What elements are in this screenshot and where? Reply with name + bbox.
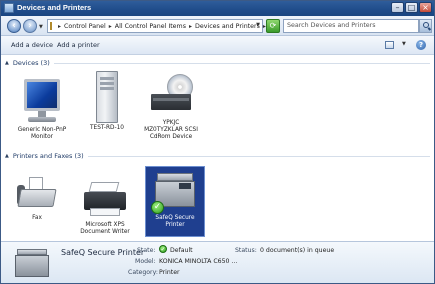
add-printer-button[interactable]: Add a printer [57,41,100,49]
category-label: Category: [128,269,158,276]
printer-caption-line: Fax [32,215,42,221]
model-label: Model: [135,258,156,265]
search-input[interactable]: Search Devices and Printers [283,19,419,33]
status-label: Status: [235,247,257,254]
status-value: 0 document(s) in queue [260,247,335,254]
group-divider [87,155,430,157]
help-icon[interactable]: ? [416,40,426,50]
printer-tile-fax[interactable]: Fax [7,175,67,222]
control-panel-icon [50,22,52,30]
view-options-dropdown-icon[interactable]: ▼ [402,41,406,47]
fax-icon [15,175,59,215]
close-button[interactable]: × [419,2,432,13]
add-device-button[interactable]: Add a device [11,41,53,49]
printers-group-header[interactable]: ▲ Printers and Faxes (3) [5,151,430,161]
minimize-button[interactable]: – [391,2,404,13]
address-row: ‹ › ▼ ▸ Control Panel ▸ All Control Pane… [1,16,434,36]
collapse-group-icon[interactable]: ▲ [5,60,9,66]
model-value: KONICA MINOLTA C650 ... [159,258,238,265]
printer-caption-line: Document Writer [80,229,130,235]
breadcrumb-chevron-icon[interactable]: ▸ [58,23,61,30]
forward-button[interactable]: › [23,19,37,33]
state-label: State: [137,247,156,254]
selected-device-name: SafeQ Secure Printer [61,248,145,257]
devices-content-area: ▲ Devices (3) Generic Non-PnP Monitor TE… [1,55,434,241]
device-caption-line: MZ0TYZKLAR SCSI [144,127,198,133]
change-view-icon[interactable] [385,41,394,49]
window-controls: – □ × [391,2,432,13]
address-bar[interactable]: ▸ Control Panel ▸ All Control Panel Item… [47,19,266,33]
title-bar[interactable]: Devices and Printers – □ × [1,1,434,16]
printers-group-label: Printers and Faxes (3) [12,152,84,160]
breadcrumb-chevron-icon[interactable]: ▸ [189,23,192,30]
default-printer-check-icon: ✓ [151,201,164,214]
devices-group-header[interactable]: ▲ Devices (3) [5,58,430,68]
printer-tile-safeq[interactable]: ✓ SafeQ Secure Printer [145,166,205,237]
group-divider [53,62,430,64]
breadcrumb-devices-printers[interactable]: Devices and Printers [195,23,260,30]
device-caption-line: TEST-RD-10 [90,125,124,131]
maximize-button[interactable]: □ [405,2,418,13]
breadcrumb-all-items[interactable]: All Control Panel Items [115,23,186,30]
window-title: Devices and Printers [17,3,92,12]
computer-tower-icon [90,69,124,125]
devices-printers-app-icon [4,3,14,13]
printer-caption-line: Printer [165,222,185,228]
device-caption-line: CdRom Device [149,134,193,140]
collapse-group-icon[interactable]: ▲ [5,153,9,159]
multifunction-printer-icon [13,247,53,281]
search-button[interactable] [419,19,432,33]
address-dropdown-icon[interactable]: ▼ [256,22,260,28]
devices-and-printers-window: Devices and Printers – □ × ‹ › ▼ ▸ Contr… [0,0,435,284]
device-tile-test-rd-10[interactable]: TEST-RD-10 [77,69,137,132]
printer-icon [80,178,130,222]
device-tile-cdrom[interactable]: YPKJC MZ0TYZKLAR SCSI CdRom Device [141,72,201,141]
breadcrumb-control-panel[interactable]: Control Panel [64,23,106,30]
device-caption-line: Monitor [30,134,54,140]
command-bar: Add a device Add a printer ▼ ? [1,36,434,55]
device-tile-generic-monitor[interactable]: Generic Non-PnP Monitor [12,73,72,141]
printer-caption-line: Microsoft XPS [85,222,125,228]
multifunction-printer-icon: ✓ [149,171,201,215]
breadcrumb-chevron-icon[interactable]: ▸ [109,23,112,30]
category-value: Printer [159,269,180,276]
printer-tile-xps-writer[interactable]: Microsoft XPS Document Writer [75,178,135,236]
printer-caption-line: SafeQ Secure [155,215,195,221]
monitor-icon [20,73,64,127]
breadcrumb: ▸ Control Panel ▸ All Control Panel Item… [55,23,269,30]
device-caption-line: YPKJC [162,120,180,126]
back-button[interactable]: ‹ [7,19,21,33]
details-pane: SafeQ Secure Printer State: ✓ Default St… [1,241,434,283]
cdrom-icon [143,72,199,120]
recent-pages-dropdown-icon[interactable]: ▼ [39,24,43,30]
default-state-check-icon: ✓ [159,245,167,253]
state-value: Default [170,247,193,254]
devices-group-label: Devices (3) [12,59,50,67]
device-caption-line: Generic Non-PnP [17,127,67,133]
refresh-button[interactable]: ⟳ [266,19,280,33]
